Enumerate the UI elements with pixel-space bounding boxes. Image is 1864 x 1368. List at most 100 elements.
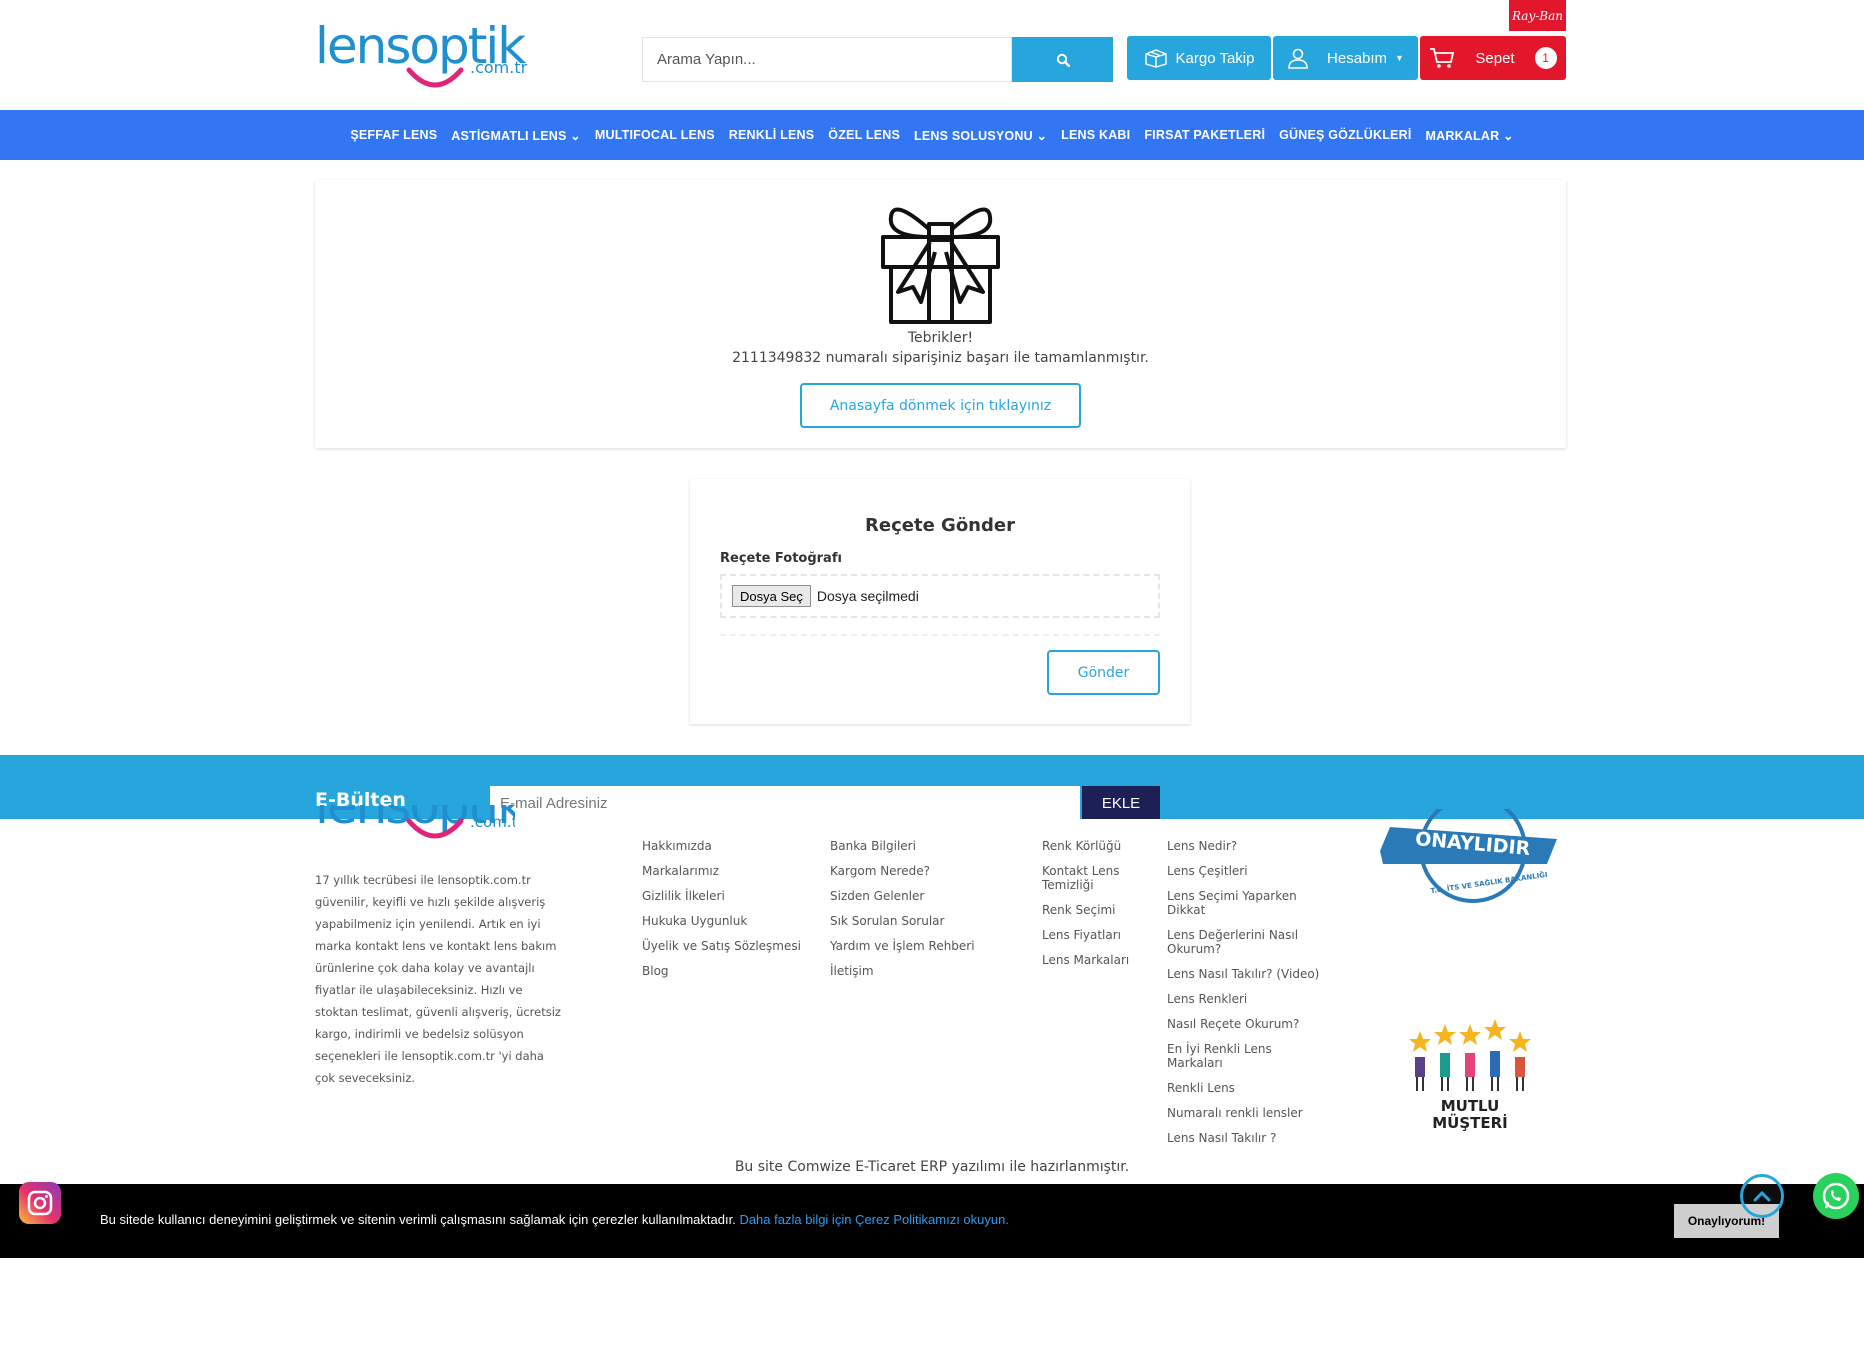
newsletter-band: E-Bülten E-mail Adresiniz EKLE	[0, 755, 1864, 821]
logo-suffix: .com.tr	[470, 58, 528, 77]
search-input[interactable]: Arama Yapın...	[642, 37, 1012, 82]
footer-link[interactable]: İletişim	[830, 964, 1000, 978]
footer-about-text: 17 yıllık tecrübesi ile lensoptik.com.tr…	[315, 873, 561, 1085]
smile-icon	[406, 67, 464, 88]
footer-col-help: Banka Bilgileri Kargom Nerede? Sizden Ge…	[830, 839, 1000, 989]
footer-link[interactable]: Renkli Lens	[1167, 1081, 1327, 1095]
instagram-glyph-icon	[27, 1190, 53, 1216]
cookie-bar: Bu sitede kullanıcı deneyimini geliştirm…	[0, 1184, 1864, 1258]
footer-link[interactable]: Lens Nasıl Takılır? (Video)	[1167, 967, 1327, 981]
instagram-icon[interactable]	[19, 1182, 61, 1224]
footer-link[interactable]: Kontakt Lens Temizliği	[1042, 864, 1142, 892]
footer-link[interactable]: Lens Fiyatları	[1042, 928, 1142, 942]
footer-link[interactable]: Sık Sorulan Sorular	[830, 914, 1000, 928]
cookie-message: Bu sitede kullanıcı deneyimini geliştirm…	[100, 1212, 736, 1227]
happy-people-icon	[1409, 1019, 1531, 1091]
rayban-logo[interactable]: Ray-Ban	[1509, 0, 1566, 31]
package-icon	[1144, 49, 1167, 68]
chevron-up-icon	[1753, 1190, 1771, 1202]
footer-col-corporate: Hakkımızda Markalarımız Gizlilik İlkeler…	[642, 839, 822, 989]
prescription-title: Reçete Gönder	[865, 515, 1015, 536]
approved-badge: ONAYLIDIR T.C. İTS VE SAĞLIK BAKANLIĞI	[1375, 809, 1565, 919]
choose-file-button[interactable]: Dosya Seç	[732, 585, 811, 607]
scroll-to-top-button[interactable]	[1740, 1174, 1784, 1218]
approval-seal-icon	[1380, 809, 1557, 903]
footer-link[interactable]: Markalarımız	[642, 864, 822, 878]
cookie-policy-link[interactable]: Daha fazla bilgi için Çerez Politikamızı…	[739, 1212, 1009, 1227]
footer-logo-suffix: .com.tr	[470, 813, 515, 831]
footer-link[interactable]: Hukuka Uygunluk	[642, 914, 822, 928]
footer-logo[interactable]: lensoptik .com.tr	[315, 805, 515, 845]
nav-multifocal-lens[interactable]: MULTIFOCAL LENS	[595, 128, 715, 142]
newsletter-submit-button[interactable]: EKLE	[1082, 786, 1160, 821]
divider	[720, 634, 1160, 636]
footer-col-info: Renk Körlüğü Kontakt Lens Temizliği Renk…	[1042, 839, 1142, 978]
prescription-photo-label: Reçete Fotoğrafı	[720, 551, 842, 566]
kargo-takip-button[interactable]: Kargo Takip	[1127, 36, 1271, 80]
footer-link[interactable]: Gizlilik İlkeleri	[642, 889, 822, 903]
footer: lensoptik .com.tr 17 yıllık tecrübesi il…	[0, 805, 1864, 1184]
chevron-down-icon: ▼	[1395, 53, 1404, 63]
footer-link[interactable]: Lens Nedir?	[1167, 839, 1327, 853]
footer-link[interactable]: Banka Bilgileri	[830, 839, 1000, 853]
footer-link[interactable]: Kargom Nerede?	[830, 864, 1000, 878]
footer-link[interactable]: Sizden Gelenler	[830, 889, 1000, 903]
user-icon	[1288, 48, 1308, 69]
footer-link[interactable]: Renk Seçimi	[1042, 903, 1142, 917]
nav-firsat-paketleri[interactable]: FIRSAT PAKETLERİ	[1144, 128, 1265, 142]
cart-label: Sepet	[1475, 49, 1515, 67]
nav-lens-solusyonu[interactable]: LENS SOLUSYONU ⌄	[914, 128, 1047, 143]
whatsapp-glyph-icon	[1822, 1182, 1850, 1210]
nav-ozel-lens[interactable]: ÖZEL LENS	[828, 128, 900, 142]
congrats-message: Tebrikler! 2111349832 numaralı siparişin…	[315, 328, 1566, 368]
footer-link[interactable]: Nasıl Reçete Okurum?	[1167, 1017, 1327, 1031]
happy-customer-line1: MUTLU	[1440, 1097, 1500, 1115]
footer-link[interactable]: Numaralı renkli lensler	[1167, 1106, 1327, 1120]
file-upload-field[interactable]: Dosya Seç Dosya seçilmedi	[720, 574, 1160, 618]
footer-link[interactable]: Lens Nasıl Takılır ?	[1167, 1131, 1327, 1145]
nav-markalar[interactable]: MARKALAR ⌄	[1426, 128, 1514, 143]
footer-link[interactable]: Hakkımızda	[642, 839, 822, 853]
footer-link[interactable]: Renk Körlüğü	[1042, 839, 1142, 853]
happy-customer-badge: MUTLU MÜŞTERİ	[1405, 1019, 1535, 1132]
footer-link[interactable]: Lens Seçimi Yaparken Dikkat	[1167, 889, 1327, 917]
header: lensoptik .com.tr Ray-Ban Arama Yapın...…	[0, 0, 1864, 110]
footer-link[interactable]: En İyi Renkli Lens Markaları	[1167, 1042, 1327, 1070]
cart-icon	[1430, 48, 1455, 68]
order-success-card: Tebrikler! 2111349832 numaralı siparişin…	[315, 180, 1566, 448]
whatsapp-icon[interactable]	[1813, 1173, 1859, 1219]
footer-link[interactable]: Lens Markaları	[1042, 953, 1142, 967]
cookie-text-wrap: Bu sitede kullanıcı deneyimini geliştirm…	[100, 1212, 1009, 1227]
site-logo[interactable]: lensoptik .com.tr	[315, 18, 527, 102]
footer-link[interactable]: Lens Çeşitleri	[1167, 864, 1327, 878]
footer-link[interactable]: Lens Renkleri	[1167, 992, 1327, 1006]
happy-customer-line2: MÜŞTERİ	[1432, 1114, 1508, 1132]
account-label: Hesabım	[1327, 49, 1388, 67]
nav-renkli-lens[interactable]: RENKLİ LENS	[729, 128, 815, 142]
gift-icon	[881, 207, 1000, 324]
nav-astigmatli-lens[interactable]: ASTİGMATLI LENS ⌄	[451, 128, 581, 143]
cart-count-badge: 1	[1534, 47, 1557, 69]
order-number-text: 2111349832 numaralı siparişiniz başarı i…	[732, 350, 1149, 366]
nav-lens-kabi[interactable]: LENS KABI	[1061, 128, 1130, 142]
footer-credit: Bu site Comwize E-Ticaret ERP yazılımı i…	[734, 1159, 1130, 1175]
file-status-text: Dosya seçilmedi	[816, 588, 919, 604]
footer-link[interactable]: Lens Değerlerini Nasıl Okurum?	[1167, 928, 1327, 956]
congrats-title: Tebrikler!	[907, 330, 974, 346]
newsletter-email-input[interactable]: E-mail Adresiniz	[490, 786, 1080, 821]
page: lensoptik .com.tr Ray-Ban Arama Yapın...…	[0, 0, 1864, 1368]
footer-link[interactable]: Blog	[642, 964, 822, 978]
main-nav: ŞEFFAF LENS ASTİGMATLI LENS ⌄ MULTIFOCAL…	[0, 110, 1864, 160]
search-icon	[1056, 53, 1070, 67]
footer-col-guides: Lens Nedir? Lens Çeşitleri Lens Seçimi Y…	[1167, 839, 1327, 1156]
smile-icon	[406, 818, 464, 839]
nav-gunes-gozlukleri[interactable]: GÜNEŞ GÖZLÜKLERİ	[1279, 128, 1411, 142]
send-prescription-button[interactable]: Gönder	[1047, 650, 1160, 695]
footer-link[interactable]: Üyelik ve Satış Sözleşmesi	[642, 939, 822, 953]
search-button[interactable]	[1012, 37, 1113, 82]
footer-link[interactable]: Yardım ve İşlem Rehberi	[830, 939, 1000, 953]
nav-seffaf-lens[interactable]: ŞEFFAF LENS	[350, 128, 437, 142]
cart-button[interactable]: Sepet 1	[1420, 36, 1566, 80]
go-home-button[interactable]: Anasayfa dönmek için tıklayınız	[800, 383, 1081, 428]
account-button[interactable]: Hesabım ▼	[1273, 36, 1418, 80]
